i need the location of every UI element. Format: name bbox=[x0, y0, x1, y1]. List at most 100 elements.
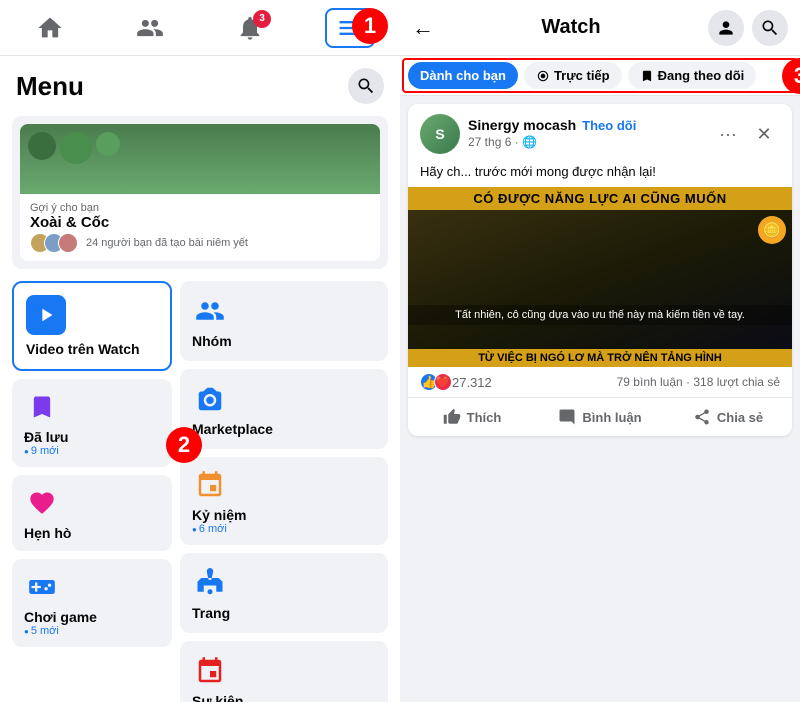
comments-count: 79 bình luận bbox=[617, 375, 683, 389]
trang-icon bbox=[192, 565, 228, 601]
profile-suggestion[interactable]: Gợi ý cho bạn Xoài & Cốc 24 người bạn đã… bbox=[12, 116, 388, 269]
da-luu-label: Đã lưu bbox=[24, 429, 160, 445]
menu-col-right: Nhóm Marketplace 2 Kỷ niệm 6 mới bbox=[180, 281, 388, 702]
post-more-button[interactable]: ··· bbox=[712, 118, 744, 150]
like-label: Thích bbox=[467, 410, 502, 425]
choi-game-icon bbox=[24, 569, 60, 605]
da-luu-badge: 9 mới bbox=[24, 445, 160, 457]
watch-icons bbox=[708, 10, 788, 46]
choi-game-label: Chơi game bbox=[24, 609, 160, 625]
annotation-3: 3 bbox=[782, 58, 800, 94]
tab-truc-tiep-label: Trực tiếp bbox=[554, 68, 610, 83]
share-button[interactable]: Chia sẻ bbox=[664, 400, 792, 434]
nhom-icon bbox=[192, 293, 228, 329]
like-button[interactable]: Thích bbox=[408, 400, 536, 434]
menu-item-da-luu[interactable]: Đã lưu 9 mới bbox=[12, 379, 172, 467]
ky-niem-badge: 6 mới bbox=[192, 523, 227, 535]
tab-dang-theo-doi[interactable]: Đang theo dõi bbox=[628, 62, 757, 89]
post-author: Sinergy mocash bbox=[468, 117, 576, 133]
post-avatar: S bbox=[420, 114, 460, 154]
post-meta: Sinergy mocash Theo dõi 27 thg 6 · 🌐 bbox=[468, 117, 704, 151]
da-luu-icon bbox=[24, 389, 60, 425]
tab-dang-theo-doi-label: Đang theo dõi bbox=[658, 68, 745, 83]
video-thumbnail[interactable]: CÓ ĐƯỢC NĂNG LỰC AI CŨNG MUỐN Tất nhiên,… bbox=[408, 187, 792, 367]
tab-truc-tiep[interactable]: Trực tiếp bbox=[524, 62, 622, 89]
video-overlay-bottom: TỪ VIỆC BỊ NGÓ LƠ MÀ TRỞ NÊN TẢNG HÌNH bbox=[408, 349, 792, 367]
watch-profile-button[interactable] bbox=[708, 10, 744, 46]
post-action-icons: ··· ✕ bbox=[712, 118, 780, 150]
top-nav: 3 1 bbox=[0, 0, 400, 56]
menu-grid: Video trên Watch Đã lưu 9 mới Hẹn hò bbox=[0, 273, 400, 702]
hen-ho-icon bbox=[24, 485, 60, 521]
profile-hint: Gợi ý cho bạn bbox=[30, 202, 370, 214]
menu-item-ky-niem[interactable]: Kỷ niệm 6 mới bbox=[180, 457, 388, 545]
share-label: Chia sẻ bbox=[717, 410, 763, 425]
watch-title: Watch bbox=[442, 16, 700, 39]
marketplace-label: Marketplace bbox=[192, 421, 273, 437]
video-dark-area: Tất nhiên, cô cũng dựa vào ưu thế này mà… bbox=[408, 210, 792, 349]
notification-badge: 3 bbox=[253, 10, 271, 28]
post-time: 27 thg 6 · 🌐 bbox=[468, 135, 537, 149]
nhom-label: Nhóm bbox=[192, 333, 232, 349]
watch-search-button[interactable] bbox=[752, 10, 788, 46]
menu-item-nhom[interactable]: Nhóm bbox=[180, 281, 388, 361]
video-coin-icon: 🪙 bbox=[758, 216, 786, 244]
trang-label: Trang bbox=[192, 605, 230, 621]
video-subtitle: Tất nhiên, cô cũng dựa vào ưu thế này mà… bbox=[408, 305, 792, 325]
follow-button[interactable]: Theo dõi bbox=[582, 118, 636, 133]
comments-shares: 79 bình luận · 318 lượt chia sẻ bbox=[617, 375, 780, 389]
video-background: CÓ ĐƯỢC NĂNG LỰC AI CŨNG MUỐN Tất nhiên,… bbox=[408, 187, 792, 367]
su-kien-label: Sự kiện bbox=[192, 693, 243, 702]
comment-label: Bình luận bbox=[582, 410, 641, 425]
menu-item-marketplace[interactable]: Marketplace 2 bbox=[180, 369, 388, 449]
video-watch-label: Video trên Watch bbox=[26, 341, 140, 357]
reactions-count: 👍 ❤️ 27.312 bbox=[420, 373, 492, 391]
menu-title: Menu bbox=[16, 71, 84, 102]
left-panel: 3 1 Menu Gợi ý cho bạn Xoài & Cốc bbox=[0, 0, 400, 702]
video-post-card: S Sinergy mocash Theo dõi 27 thg 6 · 🌐 ·… bbox=[408, 104, 792, 436]
watch-topbar: ← Watch bbox=[400, 0, 800, 56]
comment-button[interactable]: Bình luận bbox=[536, 400, 664, 434]
watch-back-button[interactable]: ← bbox=[412, 15, 434, 41]
nav-friends[interactable] bbox=[125, 8, 175, 48]
marketplace-icon bbox=[192, 381, 228, 417]
ky-niem-label: Kỷ niệm bbox=[192, 507, 246, 523]
profile-name: Xoài & Cốc bbox=[30, 214, 370, 231]
menu-header: Menu bbox=[0, 56, 400, 112]
love-reaction-icon: ❤️ bbox=[434, 373, 452, 391]
watch-tabs: Dành cho bạn Trực tiếp Đang theo dõi 3 bbox=[400, 56, 800, 96]
reaction-icon-group: 👍 ❤️ bbox=[420, 373, 448, 391]
choi-game-badge: 5 mới bbox=[24, 625, 160, 637]
video-overlay-top: CÓ ĐƯỢC NĂNG LỰC AI CŨNG MUỐN bbox=[408, 187, 792, 210]
tab-danh-cho-ban[interactable]: Dành cho bạn bbox=[408, 62, 518, 89]
right-panel: ← Watch Dành cho bạn Trực tiếp Đang theo… bbox=[400, 0, 800, 702]
shares-count: 318 lượt chia sẻ bbox=[693, 375, 780, 389]
hen-ho-label: Hẹn hò bbox=[24, 525, 160, 541]
su-kien-icon bbox=[192, 653, 228, 689]
menu-item-video-watch[interactable]: Video trên Watch bbox=[12, 281, 172, 371]
post-header: S Sinergy mocash Theo dõi 27 thg 6 · 🌐 ·… bbox=[408, 104, 792, 164]
action-buttons: Thích Bình luận Chia sẻ bbox=[408, 398, 792, 436]
nav-notifications[interactable]: 3 bbox=[225, 8, 275, 48]
post-close-button[interactable]: ✕ bbox=[748, 118, 780, 150]
menu-item-su-kien[interactable]: Sự kiện bbox=[180, 641, 388, 702]
profile-cover bbox=[20, 124, 380, 194]
menu-col-left: Video trên Watch Đã lưu 9 mới Hẹn hò bbox=[12, 281, 172, 702]
profile-info: Gợi ý cho bạn Xoài & Cốc 24 người bạn đã… bbox=[20, 194, 380, 261]
menu-item-hen-ho[interactable]: Hẹn hò bbox=[12, 475, 172, 551]
friend-avatars bbox=[30, 233, 72, 253]
nav-home[interactable] bbox=[25, 8, 75, 48]
menu-search-button[interactable] bbox=[348, 68, 384, 104]
annotation-1: 1 bbox=[352, 8, 388, 44]
profile-friends-text: 24 người bạn đã tạo bài niêm yết bbox=[86, 237, 248, 249]
ky-niem-icon bbox=[192, 467, 228, 503]
menu-item-choi-game[interactable]: Chơi game 5 mới bbox=[12, 559, 172, 647]
video-watch-icon bbox=[26, 295, 66, 335]
menu-item-trang[interactable]: Trang bbox=[180, 553, 388, 633]
reactions-number: 27.312 bbox=[452, 375, 492, 390]
post-text: Hãy ch... trước mới mong được nhận lại! bbox=[408, 164, 792, 187]
reactions-row: 👍 ❤️ 27.312 79 bình luận · 318 lượt chia… bbox=[408, 367, 792, 398]
annotation-2: 2 bbox=[166, 427, 202, 463]
post-author-row: Sinergy mocash Theo dõi bbox=[468, 117, 704, 133]
profile-friends: 24 người bạn đã tạo bài niêm yết bbox=[30, 233, 370, 253]
